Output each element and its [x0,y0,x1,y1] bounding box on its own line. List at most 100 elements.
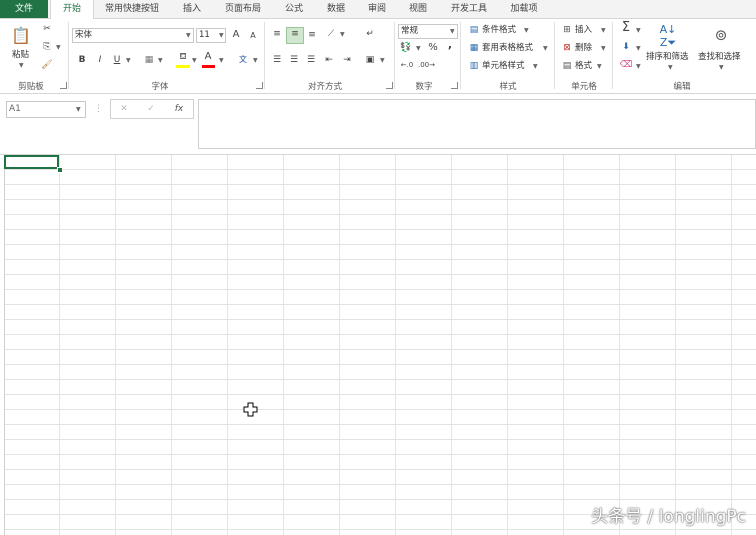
italic-button[interactable]: I [94,54,106,66]
fill-color-dropdown-icon[interactable]: ▼ [192,57,197,64]
orientation-dropdown-icon[interactable]: ▼ [340,31,345,38]
autosum-icon[interactable]: Σ [619,21,633,34]
font-launcher-icon[interactable] [256,82,263,89]
styles-group-label: 样式 [499,82,517,92]
number-format-select[interactable]: 常规 [398,24,458,39]
group-divider [68,22,69,89]
decrease-decimal-icon[interactable]: .00→ [418,59,435,71]
paste-icon[interactable]: 📋 [10,25,32,47]
format-painter-icon[interactable]: 🖌 [40,59,54,71]
autosum-dropdown-icon[interactable]: ▼ [636,27,641,34]
font-color-dropdown-icon[interactable]: ▼ [219,57,224,64]
bold-button[interactable]: B [76,54,88,66]
number-launcher-icon[interactable] [451,82,458,89]
font-color-swatch [202,65,215,68]
clipboard-launcher-icon[interactable] [60,82,67,89]
font-size-dropdown-icon[interactable]: ▼ [219,32,224,39]
accounting-dropdown-icon[interactable]: ▼ [416,45,421,52]
align-middle-icon[interactable]: ≡ [286,27,304,44]
fill-dropdown-icon[interactable]: ▼ [636,45,641,52]
clear-icon[interactable]: ⌫ [619,59,633,71]
underline-dropdown-icon[interactable]: ▼ [126,57,131,64]
format-as-table-button[interactable]: 套用表格格式 [482,42,533,54]
formula-bar-grip-icon[interactable]: ⋮ [94,103,103,115]
format-dropdown-icon[interactable]: ▼ [597,63,602,70]
align-top-icon[interactable]: ≡ [270,28,284,40]
name-box-dropdown-icon[interactable]: ▼ [76,106,81,113]
phonetic-dropdown-icon[interactable]: ▼ [253,57,258,64]
cancel-button[interactable]: ✕ [118,103,130,115]
table-dropdown-icon[interactable]: ▼ [543,45,548,52]
cell-styles-icon: ▥ [469,61,479,71]
percent-style-button[interactable]: % [427,42,439,54]
tab-insert[interactable]: 插入 [174,0,210,18]
cut-icon[interactable]: ✂ [40,23,54,35]
accounting-format-icon[interactable]: 💱 [399,42,413,54]
font-color-icon[interactable]: A [202,51,214,63]
phonetic-guide-icon[interactable]: 文 [236,54,250,66]
align-bottom-icon[interactable]: ≡ [305,29,319,41]
tab-formulas[interactable]: 公式 [276,0,312,18]
name-box[interactable]: A1 [6,101,86,118]
insert-cells-button[interactable]: 插入 [575,24,592,36]
active-cell-a1[interactable] [4,155,59,169]
conditional-format-button[interactable]: 条件格式 [482,24,516,36]
insert-function-button[interactable]: fx [172,103,186,115]
sort-filter-icon[interactable]: A↓ Z⏷ [656,23,680,49]
align-left-icon[interactable]: ☰ [270,54,284,66]
find-select-dropdown-icon[interactable]: ▼ [719,64,724,71]
delete-cells-button[interactable]: 删除 [575,42,592,54]
tab-quick-buttons[interactable]: 常用快捷按钮 [96,0,168,18]
comma-style-button[interactable]: , [445,39,455,51]
alignment-launcher-icon[interactable] [386,82,393,89]
font-name-dropdown-icon[interactable]: ▼ [186,32,191,39]
grow-font-icon[interactable]: A [230,29,242,41]
align-center-icon[interactable]: ☰ [287,54,301,66]
find-select-button[interactable]: 查找和选择 [698,51,741,63]
increase-decimal-icon[interactable]: ←.0 [399,59,415,71]
shrink-font-icon[interactable]: A [248,30,258,42]
sort-filter-button[interactable]: 排序和筛选 [646,51,689,63]
tab-developer[interactable]: 开发工具 [442,0,496,18]
fill-handle[interactable] [57,167,63,173]
group-divider [612,22,613,89]
align-right-icon[interactable]: ☰ [304,54,318,66]
decrease-indent-icon[interactable]: ⇤ [322,54,336,66]
tab-home[interactable]: 开始 [50,0,94,19]
format-cells-button[interactable]: 格式 [575,60,592,72]
tab-addins[interactable]: 加载项 [502,0,546,18]
cell-styles-dropdown-icon[interactable]: ▼ [533,63,538,70]
increase-indent-icon[interactable]: ⇥ [340,54,354,66]
tab-file[interactable]: 文件 [0,0,48,18]
orientation-icon[interactable]: ⟋ [324,28,338,40]
border-icon[interactable]: ▦ [142,54,156,66]
delete-dropdown-icon[interactable]: ▼ [601,45,606,52]
fill-color-swatch [176,65,190,68]
tab-review[interactable]: 审阅 [359,0,395,18]
paste-dropdown-icon[interactable]: ▼ [19,62,24,69]
wrap-text-icon[interactable]: ↵ [363,28,377,40]
underline-button[interactable]: U [111,54,123,66]
binoculars-icon[interactable]: ⊚ [710,23,732,47]
sort-filter-dropdown-icon[interactable]: ▼ [668,64,673,71]
tab-page-layout[interactable]: 页面布局 [216,0,270,18]
copy-icon[interactable]: ⎘ [40,41,54,53]
tab-data[interactable]: 数据 [318,0,354,18]
insert-dropdown-icon[interactable]: ▼ [601,27,606,34]
fill-icon[interactable]: ⬇ [619,41,633,53]
clear-dropdown-icon[interactable]: ▼ [636,63,641,70]
merge-center-icon[interactable]: ▣ [363,54,377,66]
cell-styles-button[interactable]: 单元格样式 [482,60,525,72]
copy-dropdown-icon[interactable]: ▼ [56,44,61,51]
border-dropdown-icon[interactable]: ▼ [158,57,163,64]
conditional-dropdown-icon[interactable]: ▼ [524,27,529,34]
merge-dropdown-icon[interactable]: ▼ [380,57,385,64]
paste-button[interactable]: 粘贴 [12,49,29,61]
worksheet-grid[interactable] [0,155,756,535]
enter-button[interactable]: ✓ [145,103,157,115]
number-format-dropdown-icon[interactable]: ▼ [450,28,455,35]
formula-input[interactable] [198,99,756,149]
font-name-select[interactable]: 宋体 [72,28,194,43]
tab-view[interactable]: 视图 [400,0,436,18]
fill-color-icon[interactable]: ⛾ [176,51,190,63]
